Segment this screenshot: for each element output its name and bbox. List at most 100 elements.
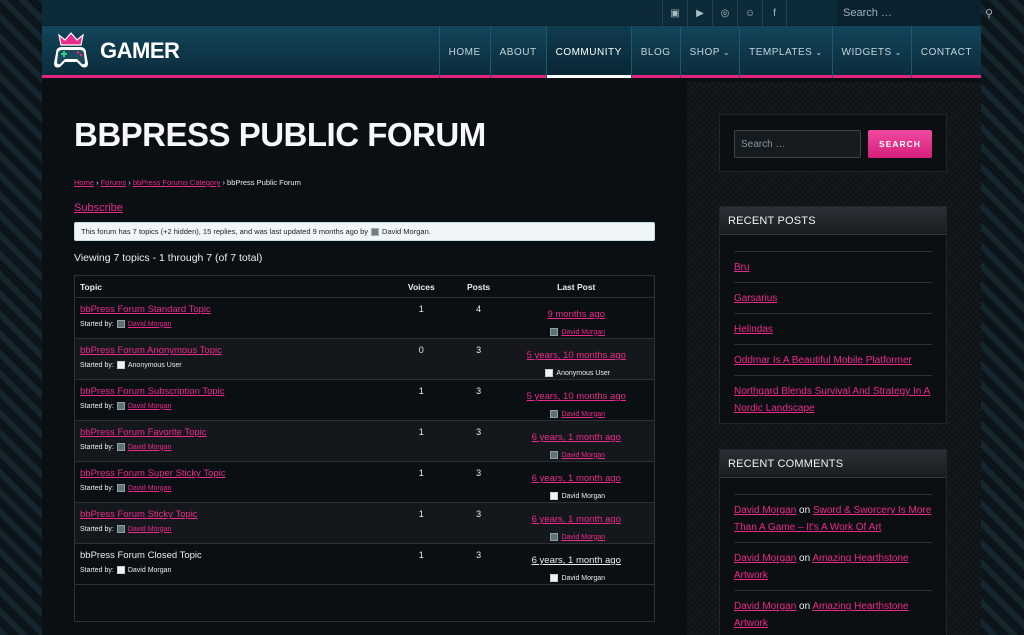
avatar [550, 328, 559, 336]
topics-table: Topic Voices Posts Last Post bbPress For… [74, 275, 655, 622]
chevron-down-icon: ⌄ [894, 47, 902, 57]
topic-author[interactable]: David Morgan [128, 444, 172, 451]
facebook-icon[interactable]: f [762, 0, 787, 26]
table-row: bbPress Forum Standard Topic Started by: D… [75, 298, 654, 339]
breadcrumb-home[interactable]: Home [74, 178, 94, 187]
comment-author-link[interactable]: David Morgan [734, 601, 796, 612]
steam-icon[interactable]: ◎ [712, 0, 737, 26]
topic-title-link[interactable]: bbPress Forum Super Sticky Topic [80, 468, 384, 479]
top-search: ⚲ [837, 0, 993, 26]
table-row: bbPress Forum Favorite Topic Started by: D… [75, 421, 654, 462]
nav-item-label: ABOUT [499, 46, 537, 58]
header-posts: Posts [467, 281, 491, 292]
list-item: Bru [734, 251, 932, 282]
recent-comments-widget: RECENT COMMENTS David Morgan on Sword & … [719, 449, 947, 635]
recent-post-link[interactable]: Oddmar Is A Beautiful Mobile Platformer [734, 355, 912, 366]
last-post-author[interactable]: David Morgan [561, 534, 605, 541]
avatar [116, 320, 125, 328]
main-nav: HOME ABOUT COMMUNITY BLOG SHOP ⌄ TEMPLATES ⌄ WID… [438, 26, 981, 78]
recent-comments-list: David Morgan on Sword & Sworcery Is More… [720, 494, 946, 635]
topic-author: Anonymous User [127, 361, 182, 369]
voices-count: 1 [418, 550, 424, 560]
topic-cell: bbPress Forum Anonymous Topic Started by:… [75, 339, 384, 379]
site-logo[interactable]: GAMER [42, 26, 180, 75]
nav-item-label: WIDGETS [841, 46, 892, 58]
last-post-link[interactable]: 6 years, 1 month ago [532, 473, 621, 484]
topic-title-link[interactable]: bbPress Forum Standard Topic [80, 304, 384, 315]
nav-item-templates[interactable]: TEMPLATES ⌄ [739, 26, 831, 78]
topic-title-link[interactable]: bbPress Forum Favorite Topic [80, 427, 384, 438]
topic-title-link[interactable]: bbPress Forum Closed Topic [80, 550, 384, 561]
nav-item-blog[interactable]: BLOG [630, 26, 680, 78]
last-post-link[interactable]: 9 months ago [547, 309, 605, 320]
list-item: David Morgan on Amazing Hearthstone Artw… [734, 590, 932, 635]
topic-meta: Started by: David Morgan [80, 525, 384, 533]
last-post-author[interactable]: David Morgan [561, 411, 605, 418]
last-post-author[interactable]: David Morgan [561, 452, 605, 459]
breadcrumb-category[interactable]: bbPress Forums Category [133, 178, 221, 187]
last-post-link[interactable]: 5 years, 10 months ago [527, 350, 626, 361]
posts-count: 3 [476, 468, 482, 478]
top-search-input[interactable] [843, 7, 985, 19]
last-post-link[interactable]: 5 years, 10 months ago [527, 391, 626, 402]
last-post-cell: 6 years, 1 month ago David Morgan [499, 421, 654, 461]
pagination-count: Viewing 7 topics - 1 through 7 (of 7 tot… [74, 252, 263, 264]
breadcrumb-current: bbPress Public Forum [227, 178, 301, 187]
youtube-icon[interactable]: ▶ [687, 0, 712, 26]
avatar [116, 484, 125, 492]
table-row: bbPress Forum Super Sticky Topic Started … [75, 462, 654, 503]
sidebar-search-button[interactable]: SEARCH [868, 130, 932, 158]
comment-author-link[interactable]: David Morgan [734, 505, 796, 516]
breadcrumb-separator: › [222, 178, 225, 187]
recent-post-link[interactable]: Helindas [734, 324, 773, 335]
recent-posts-title: RECENT POSTS [720, 207, 946, 235]
last-post-author[interactable]: David Morgan [561, 329, 605, 336]
started-by-label: Started by: [80, 320, 114, 328]
posts-count: 4 [476, 304, 482, 314]
twitch-icon[interactable]: ▣ [662, 0, 687, 26]
discord-icon[interactable]: ☺ [737, 0, 762, 26]
breadcrumb: Home › Forums › bbPress Forums Category … [74, 178, 301, 187]
site-header: GAMER HOME ABOUT COMMUNITY BLOG SHOP ⌄ TEMPLAT… [42, 26, 981, 78]
notice-author[interactable]: David Morgan [382, 227, 429, 236]
topic-author[interactable]: David Morgan [128, 321, 172, 328]
nav-item-community[interactable]: COMMUNITY [545, 26, 631, 78]
last-post-link[interactable]: 6 years, 1 month ago [532, 514, 621, 525]
list-item: Garsarius [734, 282, 932, 313]
last-post-cell: 6 years, 1 month ago David Morgan [499, 462, 654, 502]
avatar [550, 451, 559, 459]
topic-author[interactable]: David Morgan [128, 403, 172, 410]
recent-post-link[interactable]: Garsarius [734, 293, 777, 304]
last-post-link[interactable]: 6 years, 1 month ago [532, 555, 621, 566]
table-row: bbPress Forum Subscription Topic Started … [75, 380, 654, 421]
nav-item-home[interactable]: HOME [438, 26, 490, 78]
nav-item-shop[interactable]: SHOP ⌄ [679, 26, 740, 78]
comment-on-label: on [799, 505, 811, 516]
topic-title-link[interactable]: bbPress Forum Sticky Topic [80, 509, 384, 520]
voices-count: 1 [418, 468, 424, 478]
comment-author-link[interactable]: David Morgan [734, 553, 796, 564]
list-item: Helindas [734, 313, 932, 344]
topic-author[interactable]: David Morgan [128, 485, 172, 492]
topic-title-link[interactable]: bbPress Forum Anonymous Topic [80, 345, 384, 356]
nav-item-about[interactable]: ABOUT [489, 26, 546, 78]
nav-item-widgets[interactable]: WIDGETS ⌄ [831, 26, 911, 78]
last-post-link[interactable]: 6 years, 1 month ago [532, 432, 621, 443]
topic-meta: Started by: David Morgan [80, 443, 384, 451]
topic-title-link[interactable]: bbPress Forum Subscription Topic [80, 386, 384, 397]
sidebar-search-input[interactable] [734, 130, 861, 158]
last-post-meta: David Morgan [499, 533, 654, 541]
search-icon[interactable]: ⚲ [985, 7, 993, 20]
recent-post-link[interactable]: Northgard Blends Survival And Strategy I… [734, 386, 930, 414]
topic-author[interactable]: David Morgan [128, 526, 172, 533]
topic-cell: bbPress Forum Sticky Topic Started by: Dav… [75, 503, 384, 543]
last-post-author: David Morgan [561, 574, 606, 582]
nav-item-contact[interactable]: CONTACT [910, 26, 981, 78]
breadcrumb-forums[interactable]: Forums [101, 178, 126, 187]
posts-count: 3 [476, 509, 482, 519]
posts-count: 3 [476, 427, 482, 437]
posts-count: 3 [476, 550, 482, 560]
recent-post-link[interactable]: Bru [734, 262, 750, 273]
subscribe-link[interactable]: Subscribe [74, 202, 123, 214]
avatar [116, 361, 125, 369]
